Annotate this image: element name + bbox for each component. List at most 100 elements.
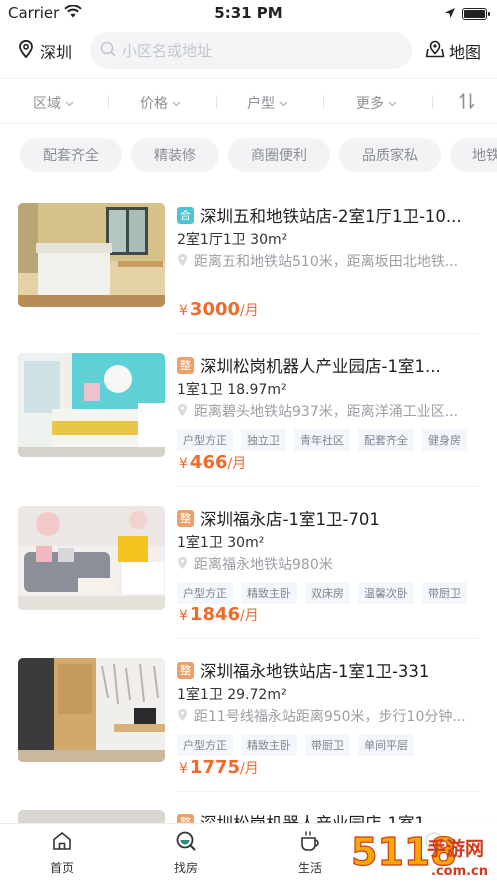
filter-divider: [432, 95, 433, 109]
filter-price[interactable]: 价格: [140, 93, 181, 113]
listing-distance: 距11号线福永站距离950米，步行10分钟...: [177, 706, 477, 726]
filter-more-label: 更多: [356, 96, 384, 112]
battery-icon: [462, 8, 490, 20]
price-unit: /月: [240, 608, 259, 624]
location-pin-icon: [177, 707, 188, 726]
listing-divider: [176, 791, 478, 792]
chevron-down-icon: [172, 95, 181, 111]
filter-more[interactable]: 更多: [356, 93, 397, 113]
status-time: 5:31 PM: [214, 4, 283, 22]
price-currency: ¥: [179, 608, 188, 624]
chevron-down-icon: [65, 95, 74, 111]
tag-chip[interactable]: 商圈便利: [228, 138, 330, 172]
rent-type-badge: 整: [177, 661, 194, 679]
listing-price: ¥ 1846 /月: [179, 604, 259, 625]
site-watermark: 5118 手游网 .com.cn: [347, 821, 497, 883]
sort-icon: [459, 93, 475, 114]
tab-find-house[interactable]: 找房: [141, 830, 231, 876]
listing-divider: [176, 333, 478, 334]
tag-chip[interactable]: 品质家私: [339, 138, 441, 172]
listing-specs: 1室1卫 30m²: [177, 535, 265, 551]
listing-photo: [18, 353, 165, 457]
search-icon: [100, 41, 116, 61]
listing-distance: 距离碧头地铁站937米，距离洋涌工业区...: [177, 401, 477, 421]
find-house-icon: [175, 830, 197, 855]
price-unit: /月: [227, 456, 247, 472]
rent-type-badge: 整: [177, 813, 194, 823]
price-amount: 3000: [189, 299, 241, 320]
listing-card[interactable]: 整 深圳福永地铁站店-1室1卫-331 1室1卫 29.72m² 距11号线福永…: [18, 658, 480, 808]
tag-chip[interactable]: 地铁: [450, 138, 497, 172]
listing-price: ¥ 3000 /月: [179, 299, 259, 320]
tab-life-label: 生活: [297, 861, 322, 875]
tab-home[interactable]: 首页: [17, 830, 107, 876]
tag-chip[interactable]: 配套齐全: [20, 138, 122, 172]
status-right: [444, 5, 490, 23]
listing-title: 深圳松岗机器人产业园店-1室1...: [200, 357, 441, 376]
search-input[interactable]: [122, 41, 392, 60]
sort-button[interactable]: [459, 92, 475, 114]
home-icon: [51, 830, 73, 855]
feature-tag: 配套齐全: [358, 429, 414, 451]
listing-title-line: 整 深圳福永店-1室1卫-701: [177, 506, 477, 530]
tag-row: 配套齐全 精装修 商圈便利 品质家私 地铁: [0, 138, 497, 172]
listing-title-line: 合 深圳五和地铁站店-2室1厅1卫-10...: [177, 203, 477, 227]
feature-tag: 户型方正: [177, 582, 233, 604]
feature-tags: 户型方正 精致主卧 带厨卫 单间平层: [177, 734, 414, 756]
feature-tag: 精致主卧: [241, 734, 297, 756]
listing-photo: [18, 506, 165, 610]
chevron-down-icon: [279, 95, 288, 111]
price-unit: /月: [240, 761, 259, 777]
rent-type-badge: 整: [177, 356, 194, 374]
listing-divider: [176, 638, 478, 639]
price-amount: 1775: [189, 757, 241, 778]
watermark-sub: .com.cn: [431, 864, 488, 879]
filter-district[interactable]: 区域: [33, 93, 74, 113]
location-pin-icon: [177, 555, 188, 574]
listing-distance-text: 距离福永地铁站980米: [194, 557, 333, 573]
feature-tags: 户型方正 精致主卧 双床房 温馨次卧 带厨卫: [177, 582, 467, 604]
listing-title-line: 整 深圳福永地铁站店-1室1卫-331: [177, 658, 477, 682]
map-label: 地图: [448, 43, 481, 62]
feature-tag: 户型方正: [177, 429, 233, 451]
listing-title-line: 整 深圳松岗机器人产业园店-1室1...: [177, 353, 477, 377]
feature-tag: 温馨次卧: [358, 582, 414, 604]
location-pin-icon: [18, 39, 34, 62]
tab-find-house-label: 找房: [173, 861, 198, 875]
search-box[interactable]: [90, 32, 412, 69]
feature-tag: 独立卫: [241, 429, 286, 451]
price-currency: ¥: [179, 303, 188, 319]
filter-layout-label: 户型: [247, 96, 275, 112]
listing-divider: [176, 486, 478, 487]
status-bar: Carrier 5:31 PM: [0, 0, 497, 26]
city-label: 深圳: [40, 43, 73, 62]
filter-district-label: 区域: [33, 96, 61, 112]
tab-life[interactable]: 生活: [265, 830, 355, 876]
listing-card[interactable]: 整 深圳松岗机器人产业园店-1室1... 1室1卫 18.97m² 距离碧头地铁…: [18, 353, 480, 503]
listing-card[interactable]: 合 深圳五和地铁站店-2室1厅1卫-10... 2室1厅1卫 30m² 距离五和…: [18, 203, 480, 353]
feature-tag: 带厨卫: [305, 734, 350, 756]
filter-layout[interactable]: 户型: [247, 93, 288, 113]
location-arrow-icon: [444, 5, 456, 23]
listing-photo: [18, 810, 165, 823]
listing-price: ¥ 1775 /月: [179, 757, 259, 778]
price-amount: 1846: [189, 604, 241, 625]
listing-title: 深圳五和地铁站店-2室1厅1卫-10...: [200, 207, 462, 226]
listing-card[interactable]: 整 深圳福永店-1室1卫-701 1室1卫 30m² 距离福永地铁站980米 户…: [18, 506, 480, 656]
filter-price-label: 价格: [140, 96, 168, 112]
listing-specs: 1室1卫 29.72m²: [177, 687, 287, 703]
city-selector[interactable]: 深圳: [18, 39, 72, 63]
location-pin-icon: [177, 252, 188, 271]
feature-tag: 单间平层: [358, 734, 414, 756]
listing-photo: [18, 658, 165, 762]
feature-tag: 带厨卫: [422, 582, 467, 604]
rent-type-badge: 合: [177, 206, 194, 224]
battery-level: [464, 10, 485, 18]
map-button[interactable]: 地图: [425, 39, 481, 63]
tag-chip[interactable]: 精装修: [131, 138, 219, 172]
feature-tag: 精致主卧: [241, 582, 297, 604]
feature-tag: 双床房: [305, 582, 350, 604]
listing-specs: 2室1厅1卫 30m²: [177, 232, 288, 248]
rent-type-badge: 整: [177, 509, 194, 527]
feature-tags: 户型方正 独立卫 青年社区 配套齐全 健身房: [177, 429, 467, 451]
